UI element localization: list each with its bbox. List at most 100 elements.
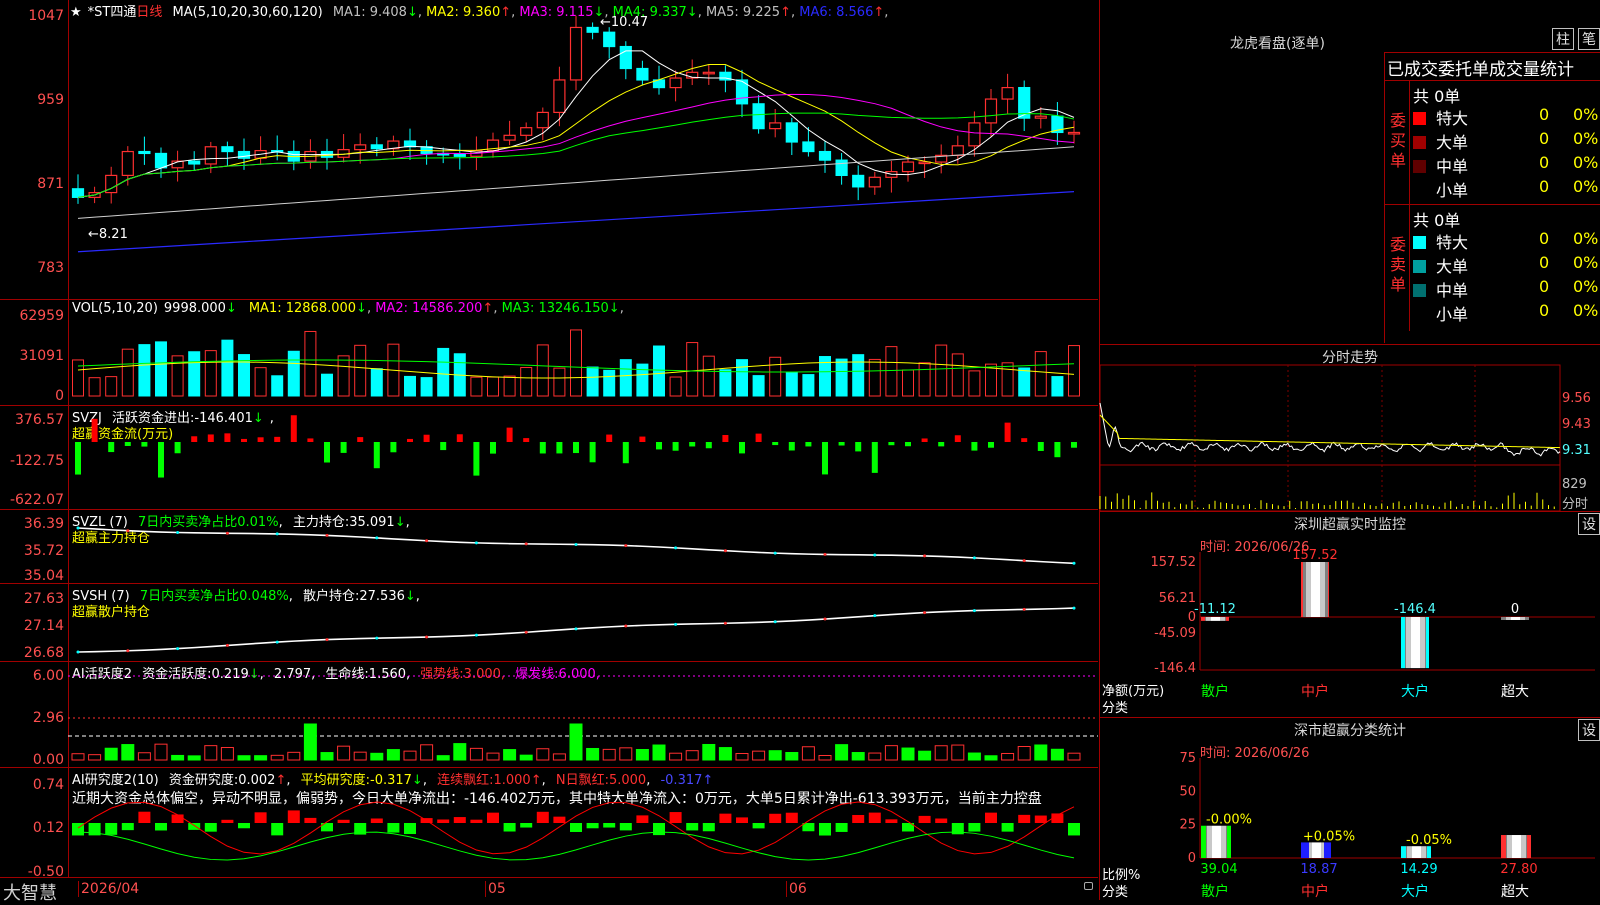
holding-dot: [524, 630, 528, 634]
svsh-pane[interactable]: 27.63 27.14 26.68 SVSH (7) 7日内买卖净占比0.048…: [0, 584, 1098, 662]
research-bar: [404, 823, 416, 835]
bar-mode-button[interactable]: 柱: [1552, 28, 1574, 50]
order-row-中单: 中单: [1413, 277, 1468, 301]
order-count: 0: [1539, 105, 1550, 124]
order-percent: 0%: [1573, 153, 1599, 172]
svsh-tick: 27.14: [23, 618, 64, 634]
research-bar: [1068, 823, 1080, 836]
svsh-tick: 26.68: [23, 645, 64, 661]
order-row-特大: 特大: [1413, 229, 1468, 253]
volume-bar: [105, 376, 118, 397]
flow-bar: [440, 442, 447, 451]
svzl-axis: 36.39 35.72 35.04: [0, 510, 69, 584]
order-size-label: 小单: [1436, 305, 1469, 324]
activity-bar: [204, 745, 218, 761]
ai-activity-pane[interactable]: 6.00 2.96 0.00 AI活跃度2 资金活跃度:0.219↓, 2.79…: [0, 662, 1098, 768]
research-bar: [702, 823, 715, 832]
volume-bar: [138, 344, 151, 397]
volume-bar: [570, 329, 582, 397]
candle-body: [868, 176, 881, 188]
realtime-monitor-panel: 深圳超赢实时监控 设 时间: 2026/06/26 净额(万元) 分类 157.…: [1099, 512, 1600, 718]
lock-icon[interactable]: [1084, 882, 1093, 890]
intraday-panel[interactable]: 分时走势 9.56 9.43 9.31 829 分时: [1099, 345, 1600, 512]
research-bar: [985, 812, 997, 823]
holding-dot: [126, 649, 130, 653]
candle-body: [769, 122, 782, 130]
svsh-axis: 27.63 27.14 26.68: [0, 584, 69, 661]
activity-bar: [187, 755, 201, 761]
flow-bar: [988, 442, 994, 448]
color-swatch-icon: [1413, 184, 1426, 197]
activity-bar: [270, 754, 284, 761]
volume-bar: [1001, 362, 1014, 397]
flow-bar: [606, 434, 613, 442]
research-bar: [736, 817, 748, 823]
volume-bar: [802, 374, 815, 397]
activity-bar: [967, 752, 981, 761]
order-row-大单: 大单: [1413, 253, 1468, 277]
flow-bar: [888, 442, 895, 446]
activity-bar: [934, 745, 948, 761]
activity-bar: [121, 744, 135, 761]
holding-dot: [972, 609, 976, 613]
volume-pane[interactable]: 62959 31091 0 VOL(5,10,20) 9998.000↓ MA1: …: [0, 300, 1098, 406]
holding-dot: [176, 647, 180, 651]
volume-bar: [736, 359, 748, 397]
activity-bar: [602, 748, 616, 761]
holding-dot: [972, 556, 976, 560]
bar-超大: [1501, 617, 1529, 620]
price-tick: 871: [37, 176, 64, 192]
intraday-chart[interactable]: [1099, 345, 1568, 512]
chart-tick: 0: [1188, 851, 1196, 866]
bar-散户: [1201, 825, 1231, 858]
ai-activity-tick: 0.00: [32, 752, 64, 768]
flow-bar: [755, 433, 762, 442]
holding-dot: [624, 624, 628, 628]
flow-bar: [1071, 442, 1077, 448]
volume-bar: [254, 367, 267, 397]
price-pane[interactable]: 1047 959 871 783 ★ *ST四通日线 MA(5,10,20,30,…: [0, 0, 1098, 300]
svzl-pane[interactable]: 36.39 35.72 35.04 SVZL (7) 7日内买卖净占比0.01%…: [0, 510, 1098, 584]
volume-bar: [719, 369, 732, 397]
candle-body: [1001, 86, 1014, 100]
activity-bar: [1001, 752, 1015, 761]
svzj-pane[interactable]: 376.57 -122.75 -622.07 SVZJ 活跃资金进出:-146.…: [0, 406, 1098, 510]
dragon-tiger-title: 龙虎看盘(逐单): [1230, 36, 1325, 52]
candlestick-chart[interactable]: ←10.47 ←8.21: [68, 0, 1098, 300]
candle-body: [154, 152, 168, 169]
candle-body: [188, 160, 201, 165]
activity-bar: [851, 752, 865, 761]
volume-bar: [702, 355, 715, 397]
volume-bar: [785, 371, 798, 397]
volume-bar: [885, 346, 898, 397]
x-label-month: 06: [786, 881, 807, 897]
volume-bar: [321, 373, 333, 397]
category-label: 散户: [1201, 683, 1229, 700]
ai-research-pane[interactable]: 0.74 0.12 -0.50 AI研究度2(10) 资金研究度:0.002↑,…: [0, 768, 1098, 880]
holding-dot: [375, 636, 379, 640]
volume-bar: [1051, 376, 1064, 397]
flow-bar: [705, 442, 712, 449]
holding-dot: [325, 638, 329, 642]
price-axis: 1047 959 871 783: [0, 0, 69, 299]
holding-dot: [474, 541, 478, 545]
order-percent: 0%: [1573, 105, 1599, 124]
order-row-小单: 小单: [1413, 301, 1468, 325]
candle-body: [785, 122, 798, 143]
order-percent: 0%: [1573, 301, 1599, 320]
activity-bar: [735, 753, 749, 761]
candle-body: [370, 144, 383, 150]
order-size-label: 特大: [1436, 109, 1469, 128]
research-bar: [437, 819, 450, 823]
flow-bar: [456, 434, 463, 442]
flow-bar: [822, 442, 828, 475]
tick-mode-button[interactable]: 笔: [1578, 28, 1600, 50]
high-price-label: ←10.47: [600, 15, 648, 30]
flow-bar: [290, 415, 297, 442]
research-bar: [603, 823, 616, 828]
svzj-tick: -122.75: [9, 453, 64, 469]
volume-bar: [155, 341, 167, 397]
research-bar: [221, 819, 234, 823]
candle-body: [520, 127, 533, 136]
holding-dot: [923, 554, 927, 558]
